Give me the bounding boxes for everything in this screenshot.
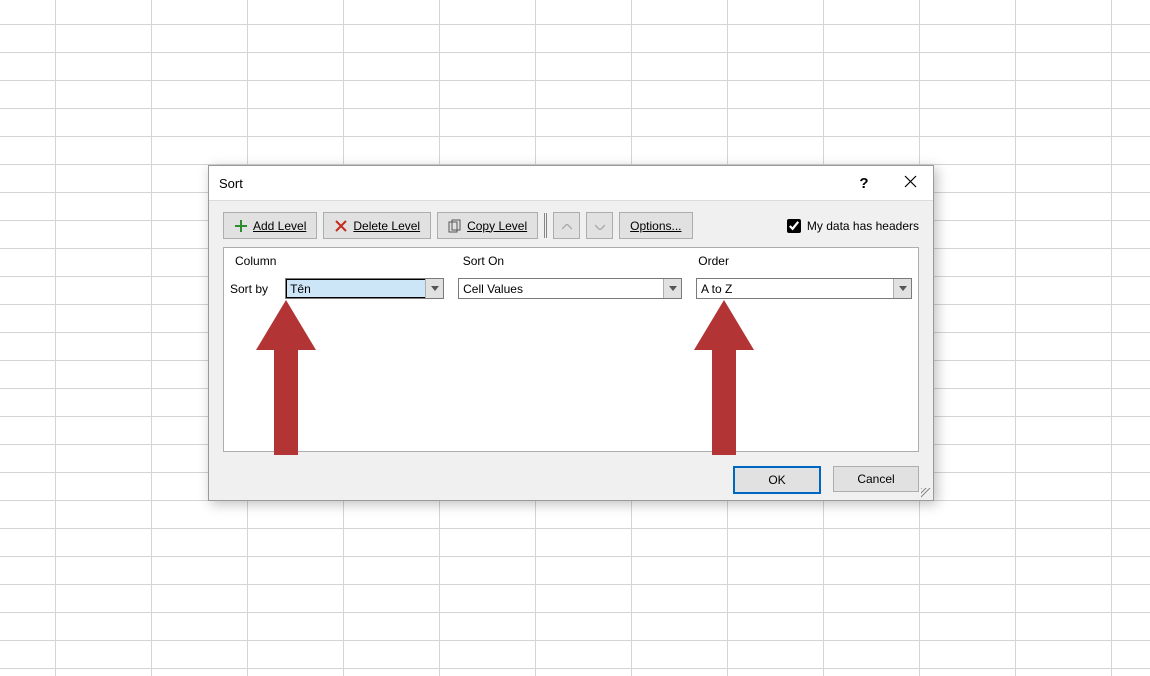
copy-icon [448, 219, 462, 233]
sort-by-label: Sort by [230, 282, 279, 296]
add-level-label: Add Level [253, 219, 306, 233]
delete-level-label: Delete Level [353, 219, 420, 233]
panel-header-row: Column Sort On Order [224, 248, 918, 272]
ok-button[interactable]: OK [733, 466, 821, 494]
order-value: A to Z [697, 282, 893, 296]
chevron-down-icon [893, 279, 911, 298]
cancel-button[interactable]: Cancel [833, 466, 919, 492]
order-header: Order [698, 254, 912, 268]
move-up-button[interactable] [553, 212, 580, 239]
chevron-down-icon [595, 219, 605, 233]
chevron-down-icon [663, 279, 681, 298]
order-combo[interactable]: A to Z [696, 278, 912, 299]
close-icon [904, 175, 917, 192]
options-label: Options... [630, 219, 681, 233]
x-icon [334, 219, 348, 233]
dialog-title: Sort [219, 176, 243, 191]
sort-column-combo[interactable]: Tên [285, 278, 444, 299]
sort-on-value: Cell Values [459, 282, 663, 296]
sort-on-combo[interactable]: Cell Values [458, 278, 682, 299]
sorton-header: Sort On [463, 254, 685, 268]
sort-column-value: Tên [286, 282, 425, 296]
plus-icon [234, 219, 248, 233]
resize-grip[interactable] [921, 488, 931, 498]
help-button[interactable]: ? [841, 166, 887, 200]
headers-checkbox-wrap[interactable]: My data has headers [787, 219, 919, 233]
headers-checkbox[interactable] [787, 219, 801, 233]
sort-dialog: Sort ? Add Level Delete Level [208, 165, 934, 501]
add-level-button[interactable]: Add Level [223, 212, 317, 239]
move-down-button[interactable] [586, 212, 613, 239]
column-header: Column [235, 254, 449, 268]
copy-level-label: Copy Level [467, 219, 527, 233]
chevron-down-icon [425, 279, 443, 298]
titlebar[interactable]: Sort ? [209, 166, 933, 201]
sort-row: Sort by Tên Cell Values A to Z [224, 272, 918, 303]
copy-level-button[interactable]: Copy Level [437, 212, 538, 239]
dialog-footer: OK Cancel [209, 466, 933, 498]
headers-label: My data has headers [807, 219, 919, 233]
sort-panel: Column Sort On Order Sort by Tên Cell Va… [223, 247, 919, 452]
options-button[interactable]: Options... [619, 212, 692, 239]
separator [544, 213, 547, 238]
chevron-up-icon [562, 219, 572, 233]
panel-body [224, 303, 918, 451]
delete-level-button[interactable]: Delete Level [323, 212, 431, 239]
toolbar: Add Level Delete Level Copy Level [209, 201, 933, 247]
close-button[interactable] [887, 166, 933, 200]
